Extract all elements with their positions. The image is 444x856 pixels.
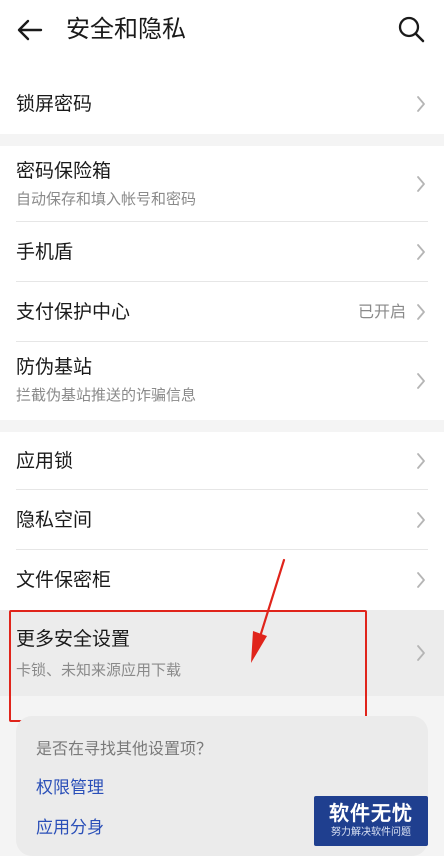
chevron-right-icon xyxy=(417,572,425,588)
search-icon xyxy=(398,16,425,43)
back-button[interactable] xyxy=(14,14,46,46)
suggestions-question: 是否在寻找其他设置项？ xyxy=(36,739,213,758)
file-safe-item[interactable]: 文件保密柜 xyxy=(0,550,444,610)
lock-screen-password-item[interactable]: 锁屏密码 xyxy=(0,74,444,134)
password-vault-item[interactable]: 密码保险箱 自动保存和填入帐号和密码 xyxy=(0,146,444,222)
item-label: 锁屏密码 xyxy=(16,93,93,115)
private-space-item[interactable]: 隐私空间 xyxy=(0,490,444,550)
chevron-right-icon xyxy=(417,453,425,469)
item-label: 手机盾 xyxy=(16,241,74,263)
fake-base-station-item[interactable]: 防伪基站 拦截伪基站推送的诈骗信息 xyxy=(0,342,444,420)
item-description: 拦截伪基站推送的诈骗信息 xyxy=(16,386,197,404)
chevron-right-icon xyxy=(417,373,425,389)
app-twin-link[interactable]: 应用分身 xyxy=(36,816,104,840)
chevron-right-icon xyxy=(417,645,425,661)
annotation-highlight-box xyxy=(9,610,367,722)
item-label: 支付保护中心 xyxy=(16,301,131,323)
payment-protection-item[interactable]: 支付保护中心 已开启 xyxy=(0,282,444,342)
status-value: 已开启 xyxy=(357,302,406,321)
item-label: 隐私空间 xyxy=(16,509,93,531)
chevron-right-icon xyxy=(417,304,425,320)
watermark-title: 软件无忧 xyxy=(329,801,413,825)
watermark-logo: 软件无忧 努力解决软件问题 xyxy=(314,796,428,846)
chevron-right-icon xyxy=(417,512,425,528)
phone-shield-item[interactable]: 手机盾 xyxy=(0,222,444,282)
search-button[interactable] xyxy=(396,14,426,44)
settings-group-lock: 锁屏密码 xyxy=(0,74,444,134)
item-label: 文件保密柜 xyxy=(16,569,112,591)
item-label: 防伪基站 xyxy=(16,356,93,378)
item-label: 应用锁 xyxy=(16,450,74,472)
watermark-subtitle: 努力解决软件问题 xyxy=(331,827,411,838)
permission-management-link[interactable]: 权限管理 xyxy=(36,776,104,800)
annotation-arrow-icon xyxy=(251,558,286,663)
top-app-bar: 安全和隐私 xyxy=(0,0,444,74)
app-lock-item[interactable]: 应用锁 xyxy=(0,432,444,490)
chevron-right-icon xyxy=(417,96,425,112)
settings-group-security: 密码保险箱 自动保存和填入帐号和密码 手机盾 支付保护中心 已开启 防伪基站 拦… xyxy=(0,146,444,420)
chevron-right-icon xyxy=(417,176,425,192)
chevron-right-icon xyxy=(417,244,425,260)
item-label: 密码保险箱 xyxy=(16,160,112,182)
item-description: 自动保存和填入帐号和密码 xyxy=(16,190,197,208)
arrow-left-icon xyxy=(17,19,43,41)
page-title: 安全和隐私 xyxy=(66,15,186,43)
